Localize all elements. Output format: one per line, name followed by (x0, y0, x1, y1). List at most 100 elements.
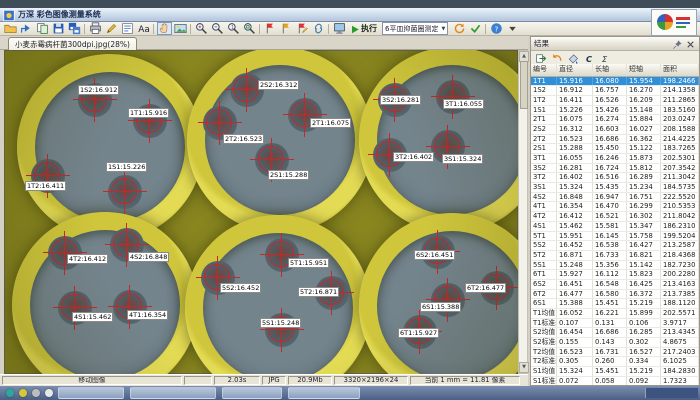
text-icon[interactable]: Aa (136, 22, 151, 35)
table-row[interactable]: 3T116.05516.24615.873202.5301 (531, 154, 699, 164)
table-row[interactable]: 1T216.41116.52616.209211.2865 (531, 96, 699, 106)
copy-c-icon[interactable]: C (583, 52, 595, 64)
zone-label[interactable]: 3T2:16.402 (393, 152, 434, 162)
link-icon[interactable] (311, 22, 326, 35)
image-tab[interactable]: 小麦赤霉病杆菌300dpi.jpg(28%) (8, 37, 137, 51)
open-folder-icon[interactable] (3, 22, 18, 35)
taskbar-button[interactable] (58, 387, 124, 399)
zoom-in-icon[interactable] (194, 22, 209, 35)
mode-dropdown[interactable]: 6平皿抑菌圈测定 ▼ (382, 22, 448, 35)
sum-icon[interactable]: Σ (599, 52, 611, 64)
summary-row[interactable]: S1均值15.32415.45115.219184.2830 (531, 367, 699, 377)
table-row[interactable]: 4S216.84816.94716.751222.5520 (531, 193, 699, 203)
zone-label[interactable]: 2S2:16.312 (258, 80, 299, 90)
execute-button[interactable]: 执行 (349, 23, 377, 35)
table-row[interactable]: 2S216.31216.60316.027208.1588 (531, 125, 699, 135)
table-row[interactable]: 6S216.45116.54816.425213.4163 (531, 280, 699, 290)
table-row[interactable]: 2S115.28815.45015.122183.7265 (531, 144, 699, 154)
summary-row[interactable]: T2标准差0.3050.2600.3346.1025 (531, 357, 699, 367)
table-row[interactable]: 6T216.47716.58016.372213.7385 (531, 290, 699, 300)
windows-taskbar[interactable] (0, 386, 700, 400)
table-row[interactable]: 1T115.91616.08015.954198.2466 (531, 77, 699, 87)
close-panel-icon[interactable] (685, 38, 696, 49)
zone-label[interactable]: 4T1:16.354 (127, 310, 168, 320)
refresh-icon[interactable] (452, 22, 467, 35)
export-icon[interactable] (535, 52, 547, 64)
zone-label[interactable]: 5T2:16.871 (298, 287, 339, 297)
taskbar-button[interactable] (222, 387, 282, 399)
zoom-out-icon[interactable] (210, 22, 225, 35)
zone-label[interactable]: 5T1:15.951 (288, 258, 329, 268)
zone-label[interactable]: 6S2:16.451 (414, 250, 455, 260)
zone-label[interactable]: 5S2:16.452 (220, 283, 261, 293)
undo-icon[interactable] (551, 52, 563, 64)
table-row[interactable]: 3S216.28116.72415.812207.3542 (531, 164, 699, 174)
zone-label[interactable]: 6T2:16.477 (465, 283, 506, 293)
zone-label[interactable]: 1T2:16.411 (25, 181, 66, 191)
save-icon[interactable] (51, 22, 66, 35)
image-icon[interactable] (173, 22, 188, 35)
summary-row[interactable]: T1均值16.05216.22115.899202.5571 (531, 309, 699, 319)
summary-row[interactable]: T1标准差0.1070.1310.1063.9717 (531, 319, 699, 329)
table-row[interactable]: 4S115.46215.58115.347186.2310 (531, 222, 699, 232)
table-row[interactable]: 2T116.07516.27415.884203.0247 (531, 115, 699, 125)
taskbar-quick-icon[interactable] (19, 389, 27, 397)
pin-icon[interactable] (672, 38, 683, 49)
taskbar-quick-icon[interactable] (45, 389, 53, 397)
zone-label[interactable]: 4S1:15.462 (72, 312, 113, 322)
table-row[interactable]: 1S216.91216.75716.270214.1358 (531, 86, 699, 96)
table-row[interactable]: 4T116.35416.47016.299210.5353 (531, 202, 699, 212)
table-row[interactable]: 3T216.40216.51616.289211.3042 (531, 173, 699, 183)
zone-label[interactable]: 1S2:16.912 (78, 85, 119, 95)
scroll-down-button[interactable]: ▼ (519, 362, 529, 373)
summary-row[interactable]: T2均值16.52316.73116.527217.2403 (531, 348, 699, 358)
zone-label[interactable]: 1T1:15.916 (128, 108, 169, 118)
zone-label[interactable]: 5S1:15.248 (260, 318, 301, 328)
table-row[interactable]: 5S216.45216.53816.427213.2587 (531, 241, 699, 251)
check-icon[interactable] (468, 22, 483, 35)
copy-icon[interactable] (35, 22, 50, 35)
zone-label[interactable]: 3S2:16.281 (380, 95, 421, 105)
taskbar-button[interactable] (130, 387, 216, 399)
table-row[interactable]: 3S115.32415.43515.234184.5735 (531, 183, 699, 193)
table-row[interactable]: 5T216.87116.73316.821218.4368 (531, 251, 699, 261)
zoom-actual-icon[interactable]: 1 (226, 22, 241, 35)
taskbar-quick-icon[interactable] (6, 389, 14, 397)
flag-red-icon[interactable] (263, 22, 278, 35)
save-all-icon[interactable] (67, 22, 82, 35)
table-row[interactable]: 5S115.24815.35615.142182.7230 (531, 261, 699, 271)
flag-yellow-icon[interactable] (279, 22, 294, 35)
zone-label[interactable]: 6T1:15.927 (398, 328, 439, 338)
hand-icon[interactable] (157, 22, 172, 35)
zone-label[interactable]: 2S1:15.288 (268, 170, 309, 180)
scroll-thumb[interactable] (520, 61, 528, 109)
taskbar-button[interactable] (288, 387, 360, 399)
clear-icon[interactable] (567, 52, 579, 64)
pencil-icon[interactable] (104, 22, 119, 35)
table-row[interactable]: 1S115.22615.42615.148183.5160 (531, 106, 699, 116)
table-row[interactable]: 6T115.92716.11215.823200.2280 (531, 270, 699, 280)
zone-label[interactable]: 3T1:16.055 (443, 99, 484, 109)
zone-label[interactable]: 4T2:16.412 (67, 254, 108, 264)
table-row[interactable]: 6S115.38815.45115.219188.1120 (531, 299, 699, 309)
summary-row[interactable]: S1标准差0.0720.0580.0921.7323 (531, 377, 699, 385)
import-icon[interactable] (19, 22, 34, 35)
vertical-scrollbar[interactable]: ▲ ▼ (518, 50, 528, 374)
zone-label[interactable]: 4S2:16.848 (128, 252, 169, 262)
form-icon[interactable] (120, 22, 135, 35)
taskbar-quick-icon[interactable] (32, 389, 40, 397)
zone-label[interactable]: 2T1:16.075 (310, 118, 351, 128)
flag-edit-icon[interactable] (295, 22, 310, 35)
summary-row[interactable]: S2均值16.45416.68616.285213.4345 (531, 328, 699, 338)
monitor-icon[interactable] (332, 22, 347, 35)
image-canvas[interactable]: 1S2:16.912 1T1:15.916 1T2:16.411 1S1:15.226… (4, 50, 518, 374)
table-row[interactable]: 5T115.95116.14515.758199.5204 (531, 232, 699, 242)
zone-label[interactable]: 1S1:15.226 (106, 162, 147, 172)
help-icon[interactable]: ? (489, 22, 504, 35)
print-icon[interactable] (88, 22, 103, 35)
table-row[interactable]: 4T216.41216.52116.302211.8042 (531, 212, 699, 222)
caret-down-icon[interactable] (505, 22, 520, 35)
zone-label[interactable]: 2T2:16.523 (223, 134, 264, 144)
summary-row[interactable]: S2标准差0.1550.1430.3024.8675 (531, 338, 699, 348)
zoom-fit-icon[interactable] (242, 22, 257, 35)
